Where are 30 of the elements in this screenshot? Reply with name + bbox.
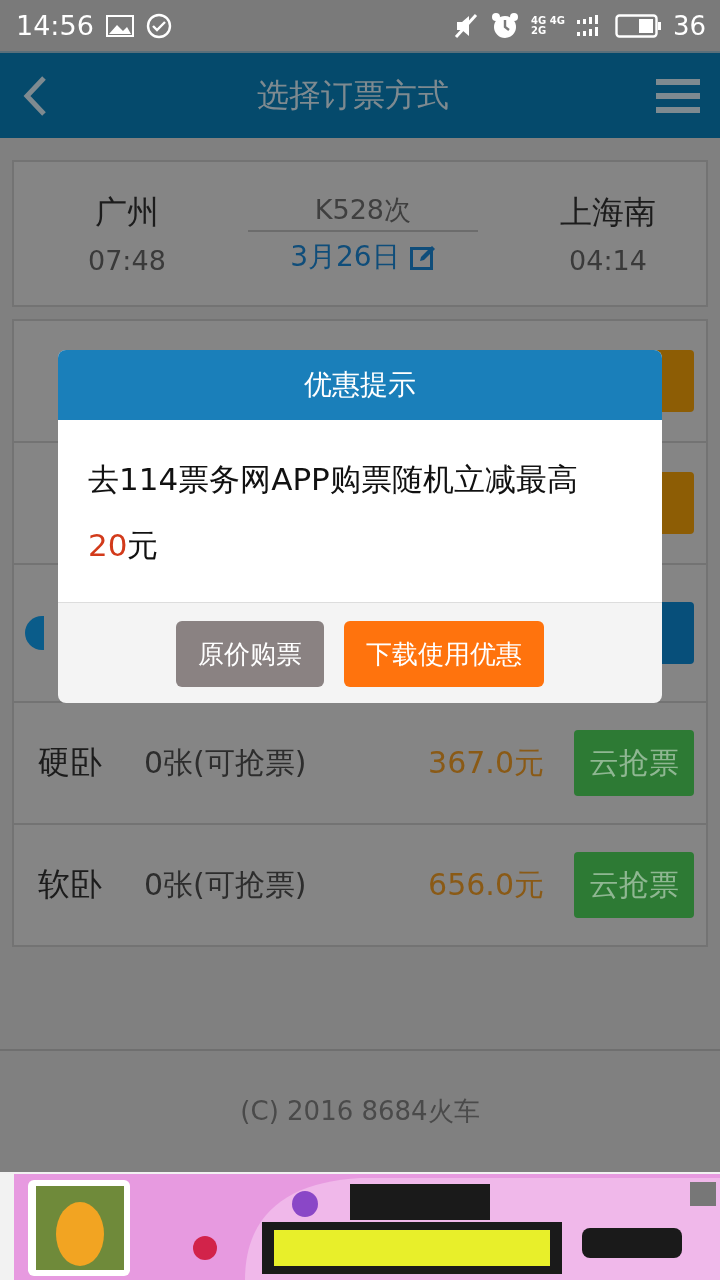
edit-icon[interactable] — [409, 243, 436, 270]
download-button[interactable]: 下载使用优惠 — [344, 621, 544, 687]
train-number: K528次 — [314, 192, 412, 227]
arrival-time: 04:14 — [569, 245, 647, 277]
battery-icon — [614, 13, 661, 38]
ticket-price: 656.0元 — [428, 865, 544, 904]
buy-button[interactable]: 原价购票 — [176, 621, 324, 687]
ticket-price: 367.0元 — [428, 743, 544, 782]
seat-type: 硬卧 — [38, 742, 103, 784]
travel-date[interactable]: 3月26日 — [290, 237, 400, 276]
departure-time: 07:48 — [88, 245, 166, 277]
grab-ticket-button[interactable]: 云抢票 — [574, 730, 694, 797]
dialog-title: 优惠提示 — [304, 367, 416, 403]
seat-type: 软卧 — [38, 864, 103, 906]
page-title: 选择订票方式 — [256, 74, 450, 116]
battery-level: 36 — [672, 10, 706, 41]
network-label: 2G — [531, 25, 548, 36]
image-icon — [105, 14, 134, 37]
alarm-icon — [491, 11, 520, 40]
arrival-station: 上海南 — [560, 192, 656, 234]
menu-icon[interactable] — [656, 77, 700, 114]
mute-icon — [453, 12, 480, 39]
ticket-count: 0张(可抢票) — [144, 865, 307, 904]
dialog-message: 去114票务网APP购票随机立减最高 20元 — [88, 460, 579, 565]
grab-ticket-button[interactable]: 云抢票 — [574, 852, 694, 919]
network-label: 4G 4G — [531, 15, 565, 26]
departure-station: 广州 — [94, 192, 159, 234]
ticket-count: 0张(可抢票) — [144, 743, 307, 782]
check-circle-icon — [145, 12, 172, 39]
status-time: 14:56 — [16, 10, 94, 42]
